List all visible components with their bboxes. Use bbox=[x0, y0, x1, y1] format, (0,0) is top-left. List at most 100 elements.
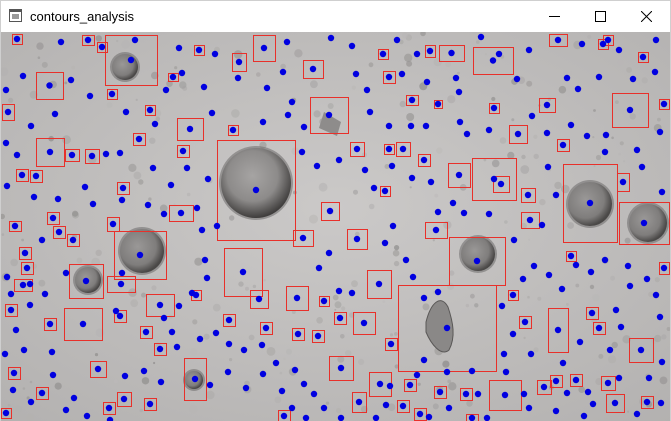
centroid-dot bbox=[109, 220, 117, 228]
centroid-dot bbox=[213, 222, 221, 230]
centroid-dot bbox=[200, 83, 208, 91]
centroid-dot bbox=[225, 340, 233, 348]
centroid-dot bbox=[353, 145, 361, 153]
centroid-dot bbox=[146, 400, 154, 408]
centroid-dot bbox=[98, 43, 106, 51]
centroid-dot bbox=[572, 261, 580, 269]
centroid-dot bbox=[489, 57, 497, 64]
centroid-dot bbox=[293, 294, 301, 302]
centroid-dot bbox=[19, 72, 27, 80]
centroid-dot bbox=[423, 78, 431, 86]
centroid-dot bbox=[12, 326, 20, 334]
centroid-dot bbox=[212, 329, 220, 337]
centroid-dot bbox=[278, 387, 286, 395]
centroid-dot bbox=[651, 68, 659, 76]
centroid-dot bbox=[498, 302, 506, 310]
centroid-dot bbox=[160, 314, 168, 322]
centroid-dot bbox=[509, 291, 517, 299]
centroid-dot bbox=[118, 196, 126, 204]
centroid-dot bbox=[259, 118, 267, 126]
centroid-dot bbox=[46, 320, 54, 328]
centroid-dot bbox=[389, 222, 397, 230]
centroid-dot bbox=[105, 404, 113, 412]
centroid-dot bbox=[615, 46, 623, 54]
speck bbox=[280, 63, 286, 70]
speck bbox=[351, 280, 358, 288]
speck bbox=[566, 303, 569, 306]
centroid-dot bbox=[514, 130, 522, 138]
speck bbox=[447, 379, 452, 384]
speck bbox=[62, 135, 71, 145]
speck bbox=[316, 317, 323, 324]
speck bbox=[26, 396, 30, 400]
speck bbox=[661, 334, 667, 340]
speck bbox=[470, 293, 475, 299]
centroid-dot bbox=[490, 104, 498, 112]
centroid-dot bbox=[27, 122, 35, 130]
centroid-dot bbox=[552, 191, 560, 199]
title-bar[interactable]: contours_analysis bbox=[1, 1, 670, 32]
cell bbox=[221, 148, 291, 218]
centroid-dot bbox=[240, 346, 248, 354]
speck bbox=[121, 40, 130, 49]
centroid-dot bbox=[169, 73, 177, 81]
centroid-dot bbox=[7, 306, 15, 314]
centroid-dot bbox=[543, 101, 551, 109]
centroid-dot bbox=[204, 175, 212, 183]
centroid-dot bbox=[54, 195, 62, 203]
speck bbox=[433, 57, 442, 67]
speck bbox=[351, 85, 356, 90]
speck bbox=[325, 401, 330, 405]
centroid-dot bbox=[420, 294, 428, 302]
centroid-dot bbox=[18, 171, 26, 179]
centroid-dot bbox=[637, 346, 645, 354]
centroid-dot bbox=[640, 219, 648, 227]
centroid-dot bbox=[299, 234, 307, 242]
centroid-dot bbox=[379, 50, 387, 58]
speck bbox=[611, 136, 614, 140]
centroid-dot bbox=[188, 289, 196, 297]
centroid-dot bbox=[62, 406, 70, 414]
centroid-dot bbox=[234, 74, 242, 82]
centroid-dot bbox=[578, 40, 586, 48]
speck bbox=[255, 72, 261, 77]
centroid-dot bbox=[497, 180, 505, 188]
speck bbox=[37, 56, 41, 59]
centroid-dot bbox=[288, 98, 296, 106]
centroid-dot bbox=[525, 46, 533, 54]
centroid-dot bbox=[455, 171, 463, 179]
speck bbox=[626, 67, 632, 73]
maximize-button[interactable] bbox=[578, 1, 624, 32]
centroid-dot bbox=[501, 391, 509, 399]
centroid-dot bbox=[624, 262, 632, 270]
speck bbox=[617, 59, 624, 66]
speck bbox=[394, 332, 398, 336]
close-button[interactable] bbox=[624, 1, 670, 32]
centroid-dot bbox=[193, 204, 201, 212]
centroid-dot bbox=[436, 388, 444, 396]
centroid-dot bbox=[26, 280, 34, 288]
centroid-dot bbox=[633, 146, 641, 154]
centroid-dot bbox=[393, 36, 401, 44]
speck bbox=[393, 260, 400, 267]
speck bbox=[266, 347, 276, 356]
centroid-dot bbox=[140, 367, 148, 375]
speck bbox=[659, 376, 668, 385]
centroid-dot bbox=[420, 356, 428, 364]
centroid-dot bbox=[477, 33, 485, 41]
speck bbox=[504, 220, 508, 224]
centroid-dot bbox=[589, 400, 597, 408]
centroid-dot bbox=[452, 74, 460, 82]
centroid-dot bbox=[13, 35, 21, 43]
centroid-dot bbox=[336, 314, 344, 322]
minimize-button[interactable] bbox=[532, 1, 578, 32]
centroid-dot bbox=[611, 399, 619, 407]
centroid-dot bbox=[108, 90, 116, 98]
centroid-dot bbox=[229, 126, 237, 134]
centroid-dot bbox=[387, 340, 395, 348]
centroid-dot bbox=[528, 112, 536, 120]
centroid-dot bbox=[563, 389, 571, 397]
centroid-dot bbox=[263, 84, 271, 92]
centroid-dot bbox=[118, 269, 126, 277]
speck bbox=[7, 403, 11, 407]
